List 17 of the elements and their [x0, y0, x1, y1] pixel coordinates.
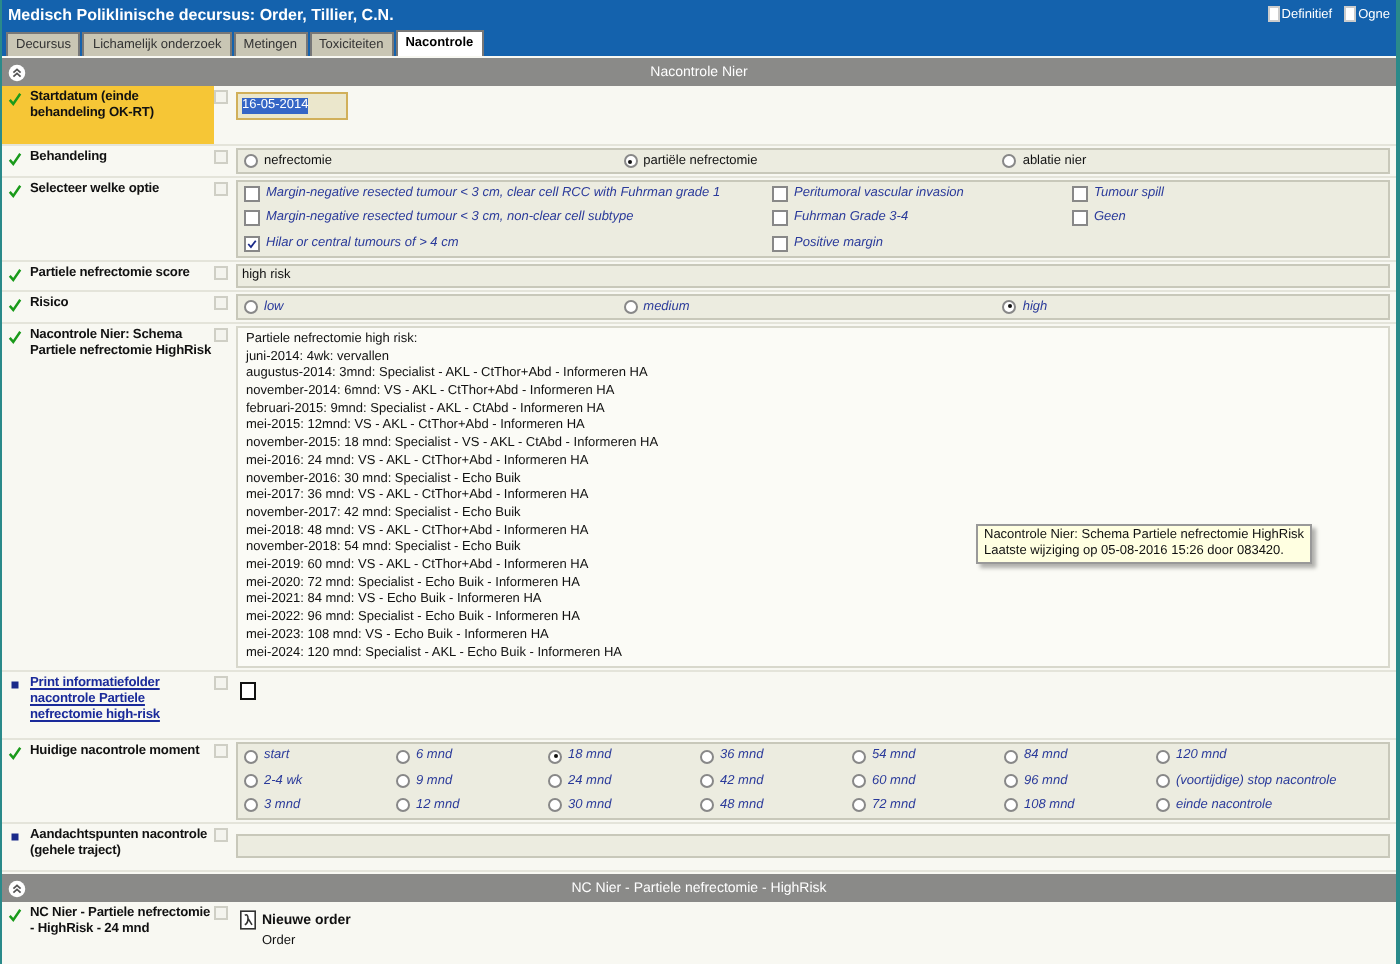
row-checkbox[interactable]: [214, 327, 228, 342]
row-checkbox[interactable]: [214, 744, 228, 759]
document-icon: [240, 910, 256, 931]
print-checkbox[interactable]: [240, 682, 256, 701]
row-checkbox[interactable]: [214, 182, 228, 196]
row-checkbox[interactable]: [214, 906, 228, 921]
collapse-icon[interactable]: [8, 63, 26, 81]
row-checkbox[interactable]: [214, 90, 228, 104]
row-checkbox[interactable]: [214, 676, 228, 691]
row-checkbox[interactable]: [214, 150, 228, 164]
row-checkbox[interactable]: [214, 828, 228, 843]
collapse-icon[interactable]: [8, 879, 26, 898]
row-checkbox[interactable]: [214, 295, 228, 310]
checkmark-icon: [246, 237, 258, 250]
window-title: Medisch Poliklinische decursus: Order, Tillier, C.N.: [8, 5, 394, 23]
row-checkbox[interactable]: [214, 265, 228, 280]
notes-field[interactable]: [236, 834, 1390, 859]
